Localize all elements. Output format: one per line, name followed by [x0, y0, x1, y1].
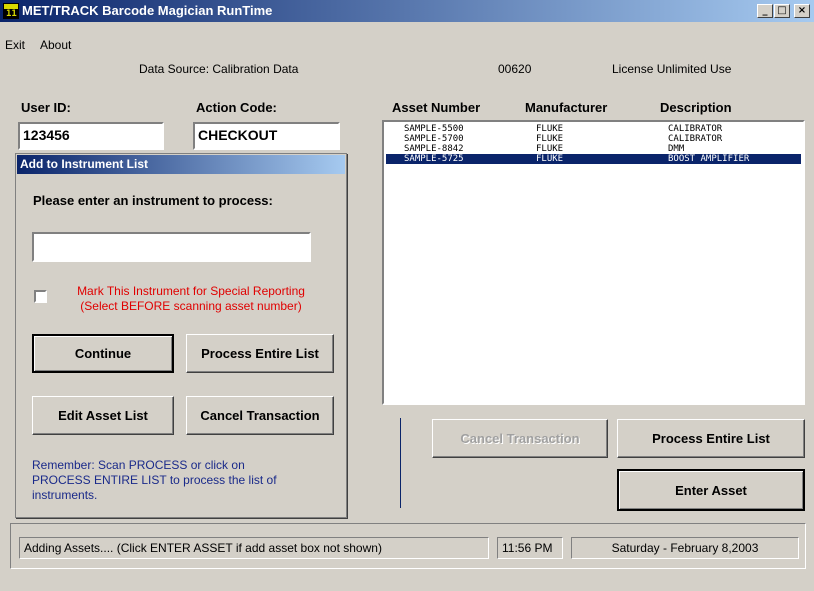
- description-cell: CALIBRATOR: [668, 124, 723, 134]
- reminder-line1: Remember: Scan PROCESS or click on: [32, 458, 245, 472]
- manufacturer-cell: FLUKE: [536, 124, 564, 134]
- cancel-transaction-button[interactable]: Cancel Transaction: [432, 419, 608, 458]
- window-title: MET/TRACK Barcode Magician RunTime: [22, 3, 273, 18]
- instrument-input[interactable]: [32, 232, 311, 262]
- asset-number-cell: SAMPLE-5725: [404, 154, 464, 164]
- reminder-text: Remember: Scan PROCESS or click on PROCE…: [32, 458, 277, 503]
- minimize-button[interactable]: _: [757, 4, 773, 18]
- menu-exit[interactable]: Exit: [5, 38, 25, 52]
- special-reporting-line2: (Select BEFORE scanning asset number): [80, 299, 302, 313]
- action-code-label: Action Code:: [196, 100, 277, 115]
- maximize-button[interactable]: □: [774, 4, 790, 18]
- app-icon[interactable]: 11: [3, 3, 19, 19]
- special-reporting-label: Mark This Instrument for Special Reporti…: [56, 284, 326, 314]
- user-id-field[interactable]: 123456: [18, 122, 164, 150]
- special-reporting-checkbox[interactable]: [34, 290, 47, 303]
- license-label: License Unlimited Use: [612, 62, 732, 76]
- description-cell: DMM: [668, 144, 685, 154]
- process-entire-list-dialog-button[interactable]: Process Entire List: [186, 334, 334, 373]
- vertical-divider: [400, 418, 401, 508]
- status-message: Adding Assets.... (Click ENTER ASSET if …: [19, 537, 489, 559]
- edit-asset-list-button[interactable]: Edit Asset List: [32, 396, 174, 435]
- list-item-selected[interactable]: SAMPLE-5725 FLUKE BOOST AMPLIFIER: [386, 154, 801, 164]
- manufacturer-cell: FLUKE: [536, 154, 564, 164]
- user-id-label: User ID:: [21, 100, 71, 115]
- reminder-line2: PROCESS ENTIRE LIST to process the list …: [32, 473, 277, 487]
- column-header-manufacturer: Manufacturer: [525, 100, 608, 115]
- add-instrument-dialog: Add to Instrument List Please enter an i…: [15, 153, 347, 518]
- code-label: 00620: [498, 62, 532, 76]
- list-item[interactable]: SAMPLE-8842 FLUKE DMM: [386, 144, 801, 154]
- manufacturer-cell: FLUKE: [536, 144, 564, 154]
- description-cell: CALIBRATOR: [668, 134, 723, 144]
- process-entire-list-button[interactable]: Process Entire List: [617, 419, 805, 458]
- special-reporting-line1: Mark This Instrument for Special Reporti…: [77, 284, 305, 298]
- data-source-label: Data Source: Calibration Data: [139, 62, 299, 76]
- continue-button[interactable]: Continue: [32, 334, 174, 373]
- asset-number-cell: SAMPLE-8842: [404, 144, 464, 154]
- description-cell: BOOST AMPLIFIER: [668, 154, 750, 164]
- list-item[interactable]: SAMPLE-5500 FLUKE CALIBRATOR: [386, 124, 801, 134]
- action-code-field[interactable]: CHECKOUT: [193, 122, 340, 150]
- status-time: 11:56 PM: [497, 537, 563, 559]
- status-date: Saturday - February 8,2003: [571, 537, 799, 559]
- asset-listbox[interactable]: SAMPLE-5500 FLUKE CALIBRATOR SAMPLE-5700…: [382, 120, 805, 405]
- enter-asset-button[interactable]: Enter Asset: [617, 469, 805, 511]
- column-header-asset-number: Asset Number: [392, 100, 481, 115]
- manufacturer-cell: FLUKE: [536, 134, 564, 144]
- menu-about[interactable]: About: [40, 38, 71, 52]
- title-bar: 11 MET/TRACK Barcode Magician RunTime _ …: [0, 0, 814, 22]
- cancel-transaction-dialog-button[interactable]: Cancel Transaction: [186, 396, 334, 435]
- column-header-description: Description: [660, 100, 732, 115]
- asset-number-cell: SAMPLE-5500: [404, 124, 464, 134]
- list-item[interactable]: SAMPLE-5700 FLUKE CALIBRATOR: [386, 134, 801, 144]
- dialog-title: Add to Instrument List: [17, 155, 345, 174]
- asset-number-cell: SAMPLE-5700: [404, 134, 464, 144]
- dialog-prompt: Please enter an instrument to process:: [33, 193, 273, 208]
- reminder-line3: instruments.: [32, 488, 98, 502]
- close-button[interactable]: ×: [794, 4, 810, 18]
